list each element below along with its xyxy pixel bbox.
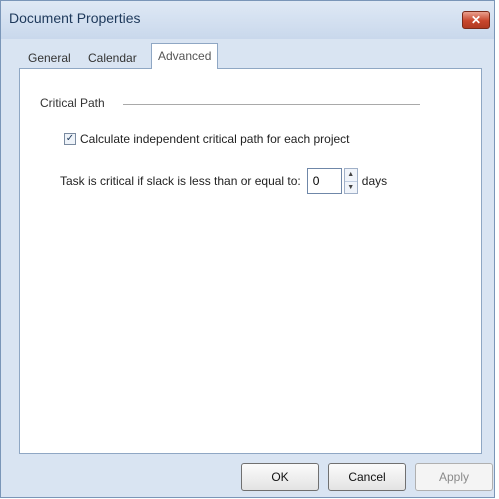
independent-critical-path-label[interactable]: Calculate independent critical path for …: [80, 132, 350, 146]
group-divider: [123, 104, 420, 105]
tab-calendar[interactable]: Calendar: [83, 47, 142, 69]
chevron-down-icon[interactable]: ▼: [345, 182, 357, 194]
tab-general[interactable]: General: [23, 47, 76, 69]
independent-critical-path-option[interactable]: ✓ Calculate independent critical path fo…: [64, 132, 350, 146]
slack-days-spinner[interactable]: ▲ ▼: [343, 168, 358, 194]
dialog-title: Document Properties: [9, 10, 141, 26]
checkmark-icon: ✓: [65, 133, 75, 144]
close-button[interactable]: ✕: [462, 11, 490, 29]
ok-button[interactable]: OK: [241, 463, 319, 491]
tab-strip: General Calendar Advanced: [19, 43, 474, 69]
slack-threshold-label: Task is critical if slack is less than o…: [60, 174, 301, 188]
title-bar: Document Properties ✕: [1, 1, 494, 39]
apply-button[interactable]: Apply: [415, 463, 493, 491]
advanced-tab-panel: Critical Path ✓ Calculate independent cr…: [19, 68, 482, 454]
independent-critical-path-checkbox[interactable]: ✓: [64, 133, 76, 145]
tab-advanced[interactable]: Advanced: [151, 43, 219, 69]
slack-days-input[interactable]: [306, 168, 342, 194]
critical-path-group-label: Critical Path: [40, 96, 105, 110]
close-icon: ✕: [470, 13, 482, 27]
slack-threshold-row: Task is critical if slack is less than o…: [60, 168, 387, 194]
cancel-button[interactable]: Cancel: [328, 463, 406, 491]
days-unit-label: days: [361, 174, 388, 188]
document-properties-dialog: Document Properties ✕ General Calendar A…: [0, 0, 495, 498]
chevron-up-icon[interactable]: ▲: [344, 169, 357, 182]
